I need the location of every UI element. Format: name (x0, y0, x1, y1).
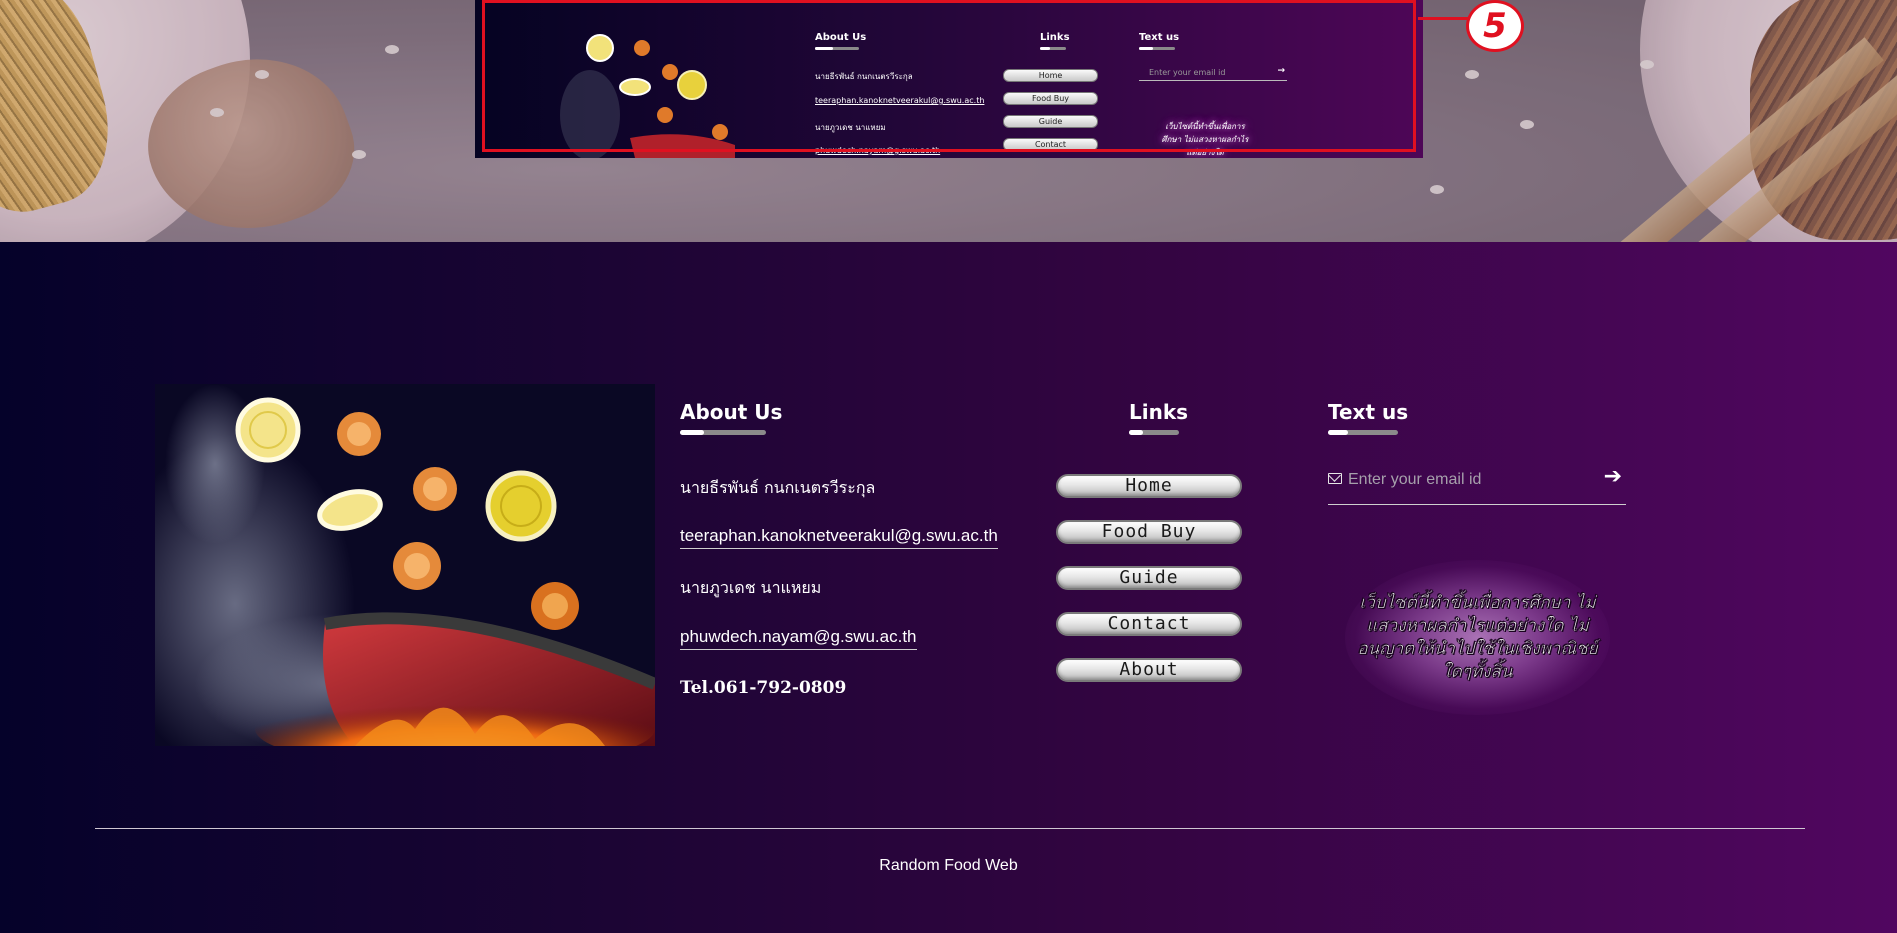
wok-illustration (155, 384, 655, 746)
site-name: Random Food Web (879, 857, 1018, 874)
arrow-right-icon[interactable]: ➔ (1604, 464, 1622, 489)
email-input[interactable] (1346, 466, 1590, 494)
envelope-icon (1328, 473, 1342, 484)
nav-button-food-buy[interactable]: Food Buy (1056, 520, 1242, 544)
heading-underline (680, 430, 766, 435)
heading-underline (1328, 430, 1398, 435)
footer-divider (95, 828, 1805, 829)
member-email-1-link[interactable]: teeraphan.kanoknetveerakul@g.swu.ac.th (680, 526, 998, 549)
about-heading: About Us (680, 400, 783, 424)
member-name-2: นายภูวเดช นาแหยม (680, 578, 822, 597)
member-email-2-link[interactable]: phuwdech.nayam@g.swu.ac.th (680, 627, 917, 650)
nav-button-contact[interactable]: Contact (1056, 612, 1242, 636)
nav-button-home[interactable]: Home (1056, 474, 1242, 498)
highlight-frame (482, 0, 1416, 152)
disclaimer-notice: เว็บไซต์นี้ทำขึ้นเพื่อการศึกษา ไม่แสวงหา… (1357, 593, 1598, 683)
nav-button-about[interactable]: About (1056, 658, 1242, 682)
links-heading: Links (1129, 400, 1189, 424)
nav-button-guide[interactable]: Guide (1056, 566, 1242, 590)
member-name-1: นายธีรพันธ์ กนกเนตรวีระกุล (680, 478, 876, 497)
callout-number-badge: 5 (1466, 0, 1524, 52)
callout-line (1418, 17, 1468, 20)
email-subscribe-row: ➔ (1328, 462, 1626, 505)
text-us-heading: Text us (1328, 400, 1409, 424)
phone-number: Tel.061-792-0809 (680, 678, 847, 698)
heading-underline (1129, 430, 1179, 435)
site-footer: About Us นายธีรพันธ์ กนกเนตรวีระกุล teer… (0, 242, 1897, 933)
hero-banner: About Us Links Text us นายธีรพันธ์ กนกเน… (0, 0, 1897, 242)
